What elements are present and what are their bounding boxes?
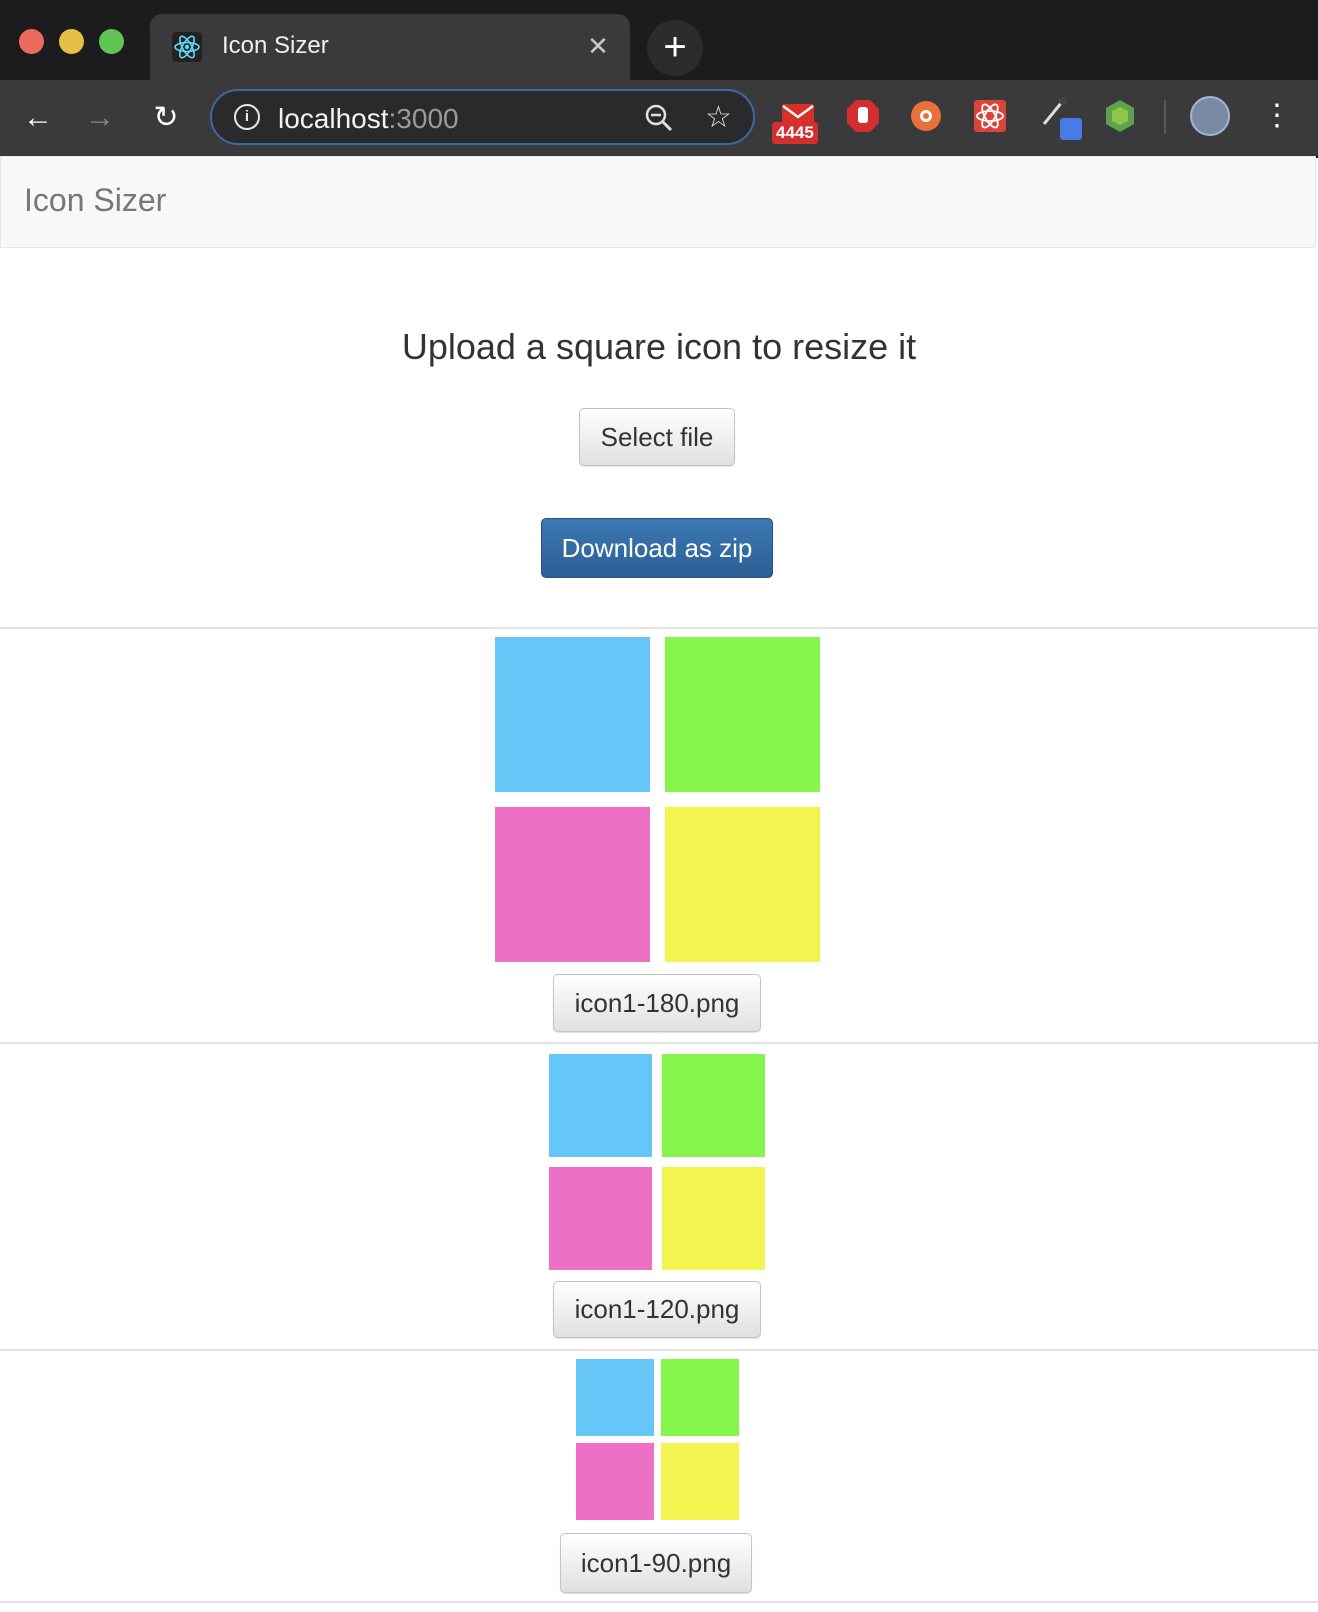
node-extension-icon[interactable] bbox=[1102, 98, 1138, 134]
adblock-extension-icon[interactable] bbox=[845, 98, 881, 134]
page-heading: Upload a square icon to resize it bbox=[401, 326, 917, 367]
browser-tab[interactable]: Icon Sizer ✕ bbox=[150, 14, 630, 80]
reload-icon[interactable]: ↻ bbox=[146, 98, 186, 138]
toolbar-divider bbox=[1164, 100, 1166, 134]
quadrant-blue bbox=[549, 1054, 652, 1157]
react-icon bbox=[172, 32, 202, 62]
download-icon-120-button[interactable]: icon1-120.png bbox=[553, 1281, 761, 1338]
back-arrow-icon[interactable]: ← bbox=[18, 98, 58, 138]
close-tab-icon[interactable]: ✕ bbox=[584, 32, 612, 60]
quadrant-green bbox=[662, 1054, 765, 1157]
maximize-window-button[interactable] bbox=[99, 29, 124, 54]
mail-count-badge: 4445 bbox=[772, 122, 818, 144]
divider bbox=[0, 627, 1318, 629]
browser-menu-icon[interactable]: ⋮ bbox=[1262, 96, 1292, 136]
eyedropper-extension-icon[interactable] bbox=[1040, 94, 1084, 142]
quadrant-blue bbox=[495, 637, 650, 792]
quadrant-pink bbox=[549, 1167, 652, 1270]
app-brand[interactable]: Icon Sizer bbox=[24, 182, 166, 219]
tab-title: Icon Sizer bbox=[222, 32, 329, 59]
new-tab-button[interactable]: + bbox=[647, 20, 703, 76]
site-info-icon[interactable]: i bbox=[234, 104, 260, 130]
quadrant-yellow bbox=[662, 1167, 765, 1270]
quadrant-yellow bbox=[661, 1443, 739, 1520]
quadrant-green bbox=[661, 1359, 739, 1436]
quadrant-yellow bbox=[665, 807, 820, 962]
download-zip-button[interactable]: Download as zip bbox=[541, 518, 773, 578]
address-bar[interactable]: i localhost:3000 ☆ bbox=[210, 89, 755, 145]
forward-arrow-icon[interactable]: → bbox=[80, 98, 120, 138]
divider bbox=[0, 1601, 1318, 1603]
select-file-button[interactable]: Select file bbox=[579, 408, 735, 466]
zoom-out-icon[interactable] bbox=[644, 103, 674, 133]
url-text[interactable]: localhost:3000 bbox=[278, 103, 459, 135]
app-navbar: Icon Sizer bbox=[0, 156, 1316, 248]
browser-toolbar: ← → ↻ i localhost:3000 ☆ 4445 ⋮ bbox=[0, 80, 1318, 158]
react-devtools-extension-icon[interactable] bbox=[972, 98, 1008, 134]
divider bbox=[0, 1349, 1318, 1351]
download-icon-180-button[interactable]: icon1-180.png bbox=[553, 974, 761, 1032]
close-window-button[interactable] bbox=[19, 29, 44, 54]
profile-avatar[interactable] bbox=[1190, 96, 1230, 136]
quadrant-blue bbox=[576, 1359, 654, 1436]
quadrant-pink bbox=[576, 1443, 654, 1520]
quadrant-green bbox=[665, 637, 820, 792]
minimize-window-button[interactable] bbox=[59, 29, 84, 54]
lifebuoy-extension-icon[interactable] bbox=[908, 98, 944, 134]
quadrant-pink bbox=[495, 807, 650, 962]
download-icon-90-button[interactable]: icon1-90.png bbox=[560, 1533, 752, 1593]
divider bbox=[0, 1042, 1318, 1044]
browser-tab-bar: Icon Sizer ✕ + bbox=[0, 0, 1318, 80]
bookmark-star-icon[interactable]: ☆ bbox=[705, 100, 732, 135]
